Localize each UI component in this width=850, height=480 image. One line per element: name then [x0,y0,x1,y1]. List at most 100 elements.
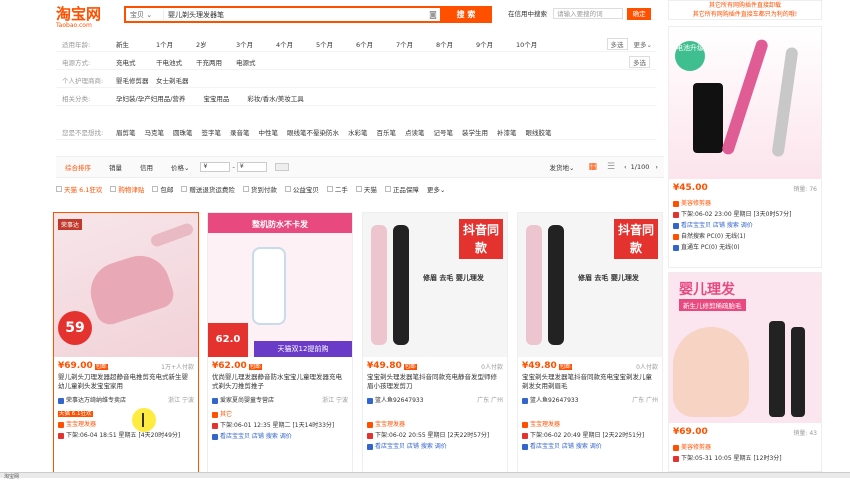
check-filter[interactable]: 包邮 [152,184,173,194]
product-image[interactable]: 抖音同款 修眉 去毛 婴儿理发 [363,213,507,357]
filter-option[interactable]: 3个月 [236,39,276,49]
multi-select-button[interactable]: 多选 [629,55,650,68]
price-slider-icon[interactable] [274,163,289,171]
price-to-input[interactable]: ¥ [236,162,267,172]
filter-option[interactable]: 水彩笔 [348,127,368,137]
search-button[interactable]: 搜 索 [440,6,492,23]
search-input[interactable]: 婴儿剃头理发器笔 [164,10,426,20]
checkbox[interactable] [355,186,362,192]
filter-option[interactable]: 马克笔 [145,127,165,137]
grid-view-icon[interactable]: ▦ [583,162,602,172]
filter-option[interactable]: 补漆笔 [497,127,517,137]
filter-option[interactable]: 眼线胶笔 [526,127,552,137]
product-card[interactable]: 荣事达 59 ¥69.00 包邮 1万+人付款 婴儿剃头刀理发器超静音电推剪充电式新… [53,212,199,474]
check-filter[interactable]: 赠送退货运费险 [181,184,235,194]
side-ad-card[interactable]: 电池升级 ¥45.00 销量: 76 美容修剪器 下架:06-02 23:00 星… [668,26,822,268]
product-title[interactable]: 婴儿剃头刀理发器超静音电推剪充电式新生婴幼儿童剃头发宝宝家用 [54,371,198,393]
tools-line[interactable]: 看店宝宝贝 店铺 搜索 调价 [363,440,507,451]
product-title[interactable]: 宝宝剃头理发器笔抖音同款充电宝宝剃发儿童剃发女用剃眉毛 [518,371,662,393]
filter-option[interactable]: 新生 [116,39,156,49]
ship-from-dropdown[interactable]: 发货地⌄ [541,162,584,172]
search-type-dropdown[interactable]: 宝贝 ⌄ [126,9,164,20]
ad-line-3-text[interactable]: 看店宝宝贝 店铺 搜索 调价 [681,222,753,229]
filter-option[interactable]: 电源式 [236,57,276,67]
more-button[interactable]: 更多⌄ [634,39,652,49]
filter-option[interactable]: 彩妆/香水/美妆工具 [247,93,303,103]
promo-banner[interactable]: 其它所有网购插件直接卸载 其它所有网购插件直接车都只为利的哦! [668,0,822,20]
check-filter[interactable]: 更多⌄ [427,184,445,194]
filter-option[interactable]: 7个月 [396,39,436,49]
shop-name[interactable]: 篮人鱼92647933 [367,395,424,404]
checkbox[interactable] [152,186,159,192]
check-filter[interactable]: 天猫 6.1狂欢 [56,184,102,194]
taobao-logo[interactable]: 淘宝网 Taobao.com [56,6,112,30]
sort-sales[interactable]: 销量 [100,162,131,172]
filter-option[interactable]: 8个月 [436,39,476,49]
product-image[interactable]: 整机防水不卡发 62.0 天猫双12提前购 [208,213,352,357]
filter-option[interactable]: 记号笔 [434,127,454,137]
check-filter[interactable]: 二手 [326,184,348,194]
tools-text[interactable]: 看店宝宝贝 店铺 搜索 调价 [530,443,602,450]
filter-option[interactable]: 4个月 [276,39,316,49]
product-title[interactable]: 优尚婴儿理发器静音防水宝宝儿童理发器充电式剃头刀推剪推子 [208,371,352,393]
sort-credit[interactable]: 信用 [131,162,162,172]
checkbox[interactable] [384,186,391,192]
checkbox[interactable] [56,186,62,192]
filter-option[interactable]: 10个月 [516,39,556,49]
filter-option[interactable]: 圆珠笔 [173,127,193,137]
product-image[interactable]: 荣事达 59 [54,213,198,357]
tools-text[interactable]: 看店宝宝贝 店铺 搜索 调价 [375,443,447,450]
tools-line[interactable]: 看店宝宝贝 店铺 搜索 调价 [518,440,662,451]
filter-option[interactable]: 装学生用 [462,127,488,137]
sort-price[interactable]: 价格⌄ [162,162,198,172]
sort-default[interactable]: 综合排序 [56,162,100,172]
checkbox[interactable] [284,186,291,192]
filter-option[interactable]: 2岁 [196,39,236,49]
price-from-input[interactable]: ¥ [200,162,231,172]
shop-search-button[interactable]: 确定 [627,8,652,20]
filter-option[interactable]: 眼线笔不晕染防水 [287,127,339,137]
ad-image[interactable]: 婴儿理发 新生儿修剪稀疏胎毛 [669,273,821,423]
shop-search-input[interactable]: 请输入要搜的词 [553,8,624,19]
checkbox[interactable] [181,186,188,192]
filter-option[interactable]: 眉剪笔 [116,127,136,137]
next-page-button[interactable]: › [649,163,664,171]
filter-option[interactable]: 签字笔 [202,127,222,137]
list-view-icon[interactable]: ☰ [602,162,620,172]
filter-option[interactable]: 宝宝用品 [203,93,229,103]
ad-line-3[interactable]: 看店宝宝贝 店铺 搜索 调价 [669,219,821,230]
product-card[interactable]: 抖音同款 修眉 去毛 婴儿理发 ¥49.80 包邮 0人付款 宝宝剃头理发器笔抖音同… [362,212,508,474]
filter-option[interactable]: 中性笔 [259,127,279,137]
check-filter[interactable]: 天猫 [355,184,377,194]
filter-option[interactable]: 女士剃毛器 [156,75,196,85]
filter-option[interactable]: 百乐笔 [377,127,397,137]
product-card[interactable]: 抖音同款 修眉 去毛 婴儿理发 ¥49.80 包邮 0人付款 宝宝剃头理发器笔抖音同… [517,212,663,474]
tools-text[interactable]: 看店宝宝贝 店铺 搜索 调价 [220,433,292,440]
filter-option[interactable]: 点读笔 [405,127,425,137]
checkbox[interactable] [110,186,117,192]
side-ad-card[interactable]: 婴儿理发 新生儿修剪稀疏胎毛 ¥69.00 销量: 43 美容修剪器 下架:05-… [668,272,822,472]
filter-option[interactable]: 录音笔 [230,127,250,137]
filter-option[interactable]: 孕妇装/孕产妇用品/营养 [116,93,185,103]
multi-select-button[interactable]: 多选 [606,37,628,50]
filter-option[interactable]: 9个月 [476,39,516,49]
product-title[interactable]: 宝宝剃头理发器笔抖音同款充电静音发型师修眉小孩理发剪刀 [363,371,507,393]
filter-option[interactable]: 干电池式 [156,57,196,67]
filter-option[interactable]: 干充两用 [196,57,236,67]
check-filter[interactable]: 公益宝贝 [284,184,319,194]
filter-option[interactable]: 充电式 [116,57,156,67]
filter-option[interactable]: 1个月 [156,39,196,49]
tools-line[interactable]: 看店宝宝贝 店铺 搜索 调价 [208,430,352,441]
shop-name[interactable]: 爱家夏尚婴童专营店 [212,395,274,404]
prev-page-button[interactable]: ‹ [620,163,631,171]
ad-image[interactable]: 电池升级 [669,27,821,179]
camera-icon[interactable]: ◙ [426,10,440,19]
check-filter[interactable]: 货到付款 [242,184,277,194]
product-card[interactable]: 整机防水不卡发 62.0 天猫双12提前购 ¥62.00 包邮 优尚婴儿理发器静音… [207,212,353,474]
shop-name[interactable]: 荣事达万绮纳维专卖店 [58,395,126,404]
checkbox[interactable] [242,186,249,192]
product-image[interactable]: 抖音同款 修眉 去毛 婴儿理发 [518,213,662,357]
filter-option[interactable]: 婴毛修剪器 [116,75,156,85]
filter-option[interactable]: 5个月 [316,39,356,49]
checkbox[interactable] [326,186,333,192]
